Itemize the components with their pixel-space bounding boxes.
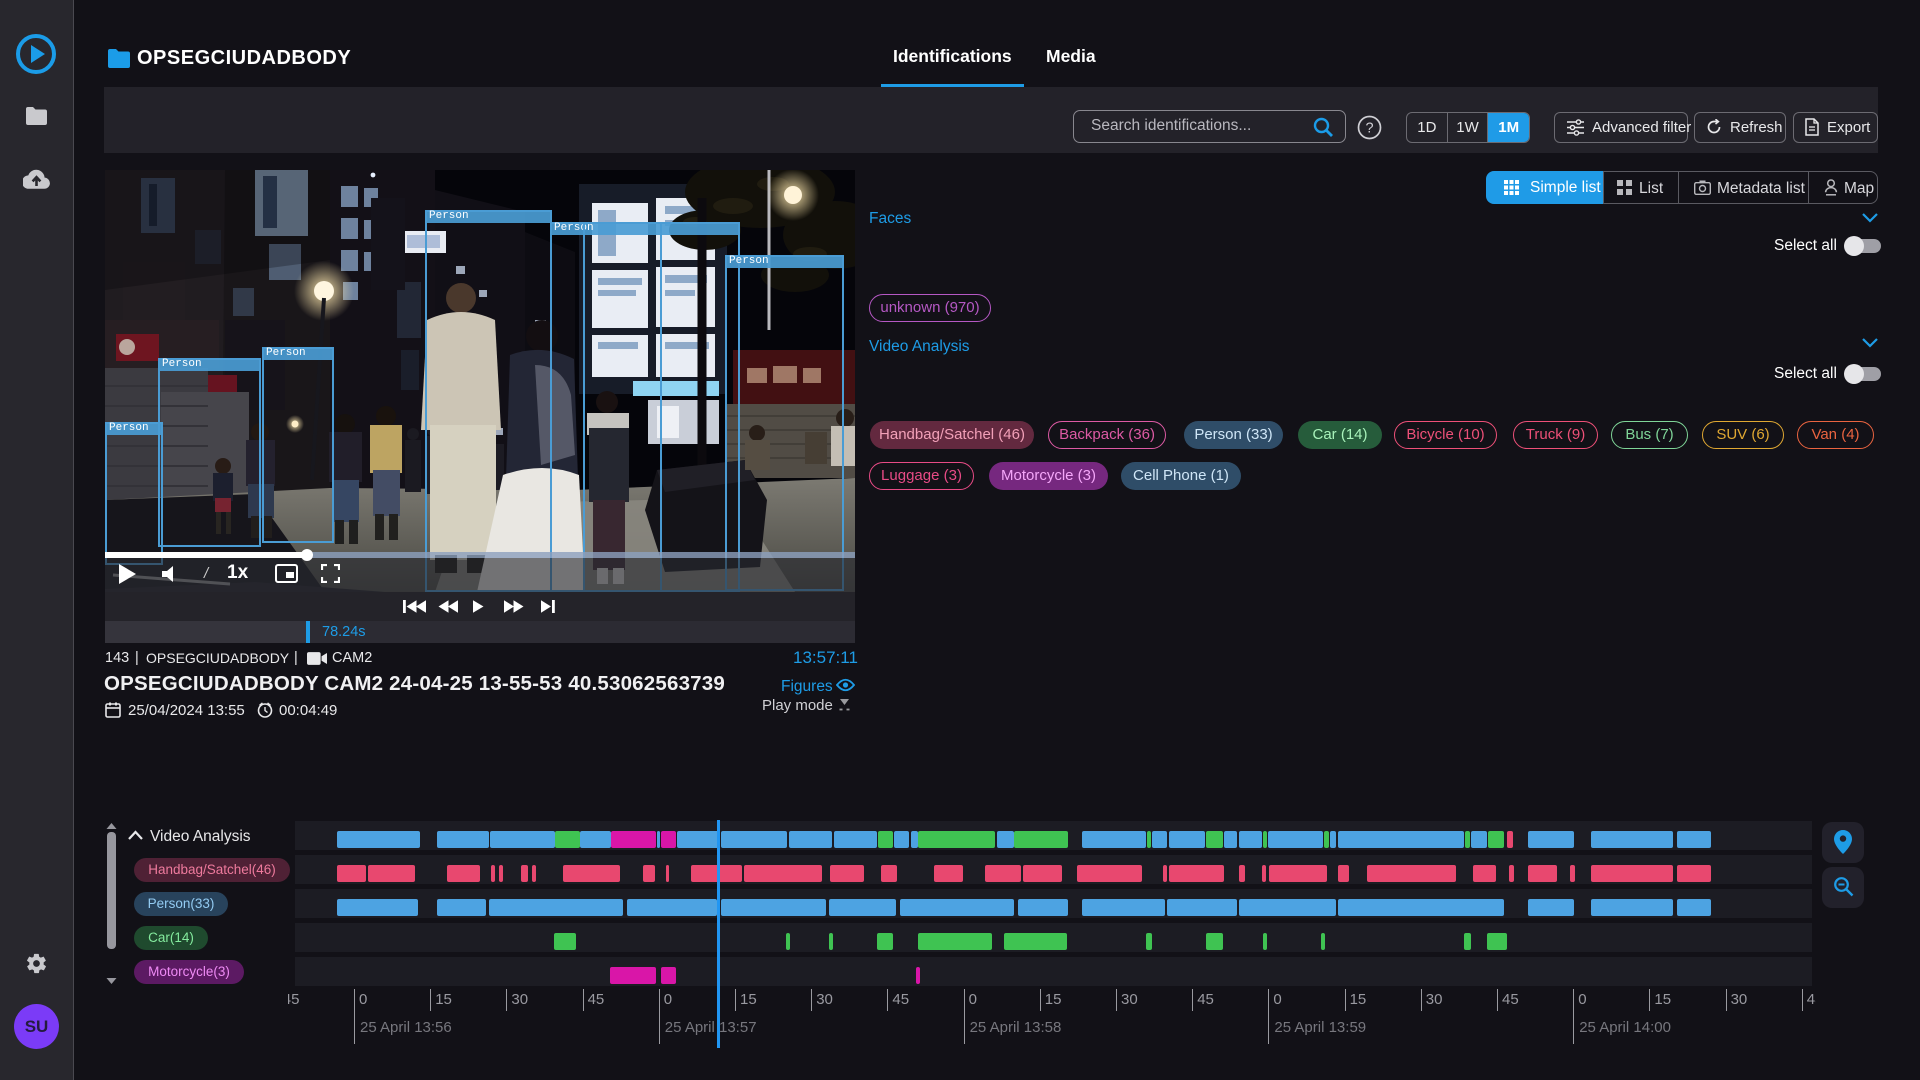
svg-text:?: ? [1365,121,1373,137]
